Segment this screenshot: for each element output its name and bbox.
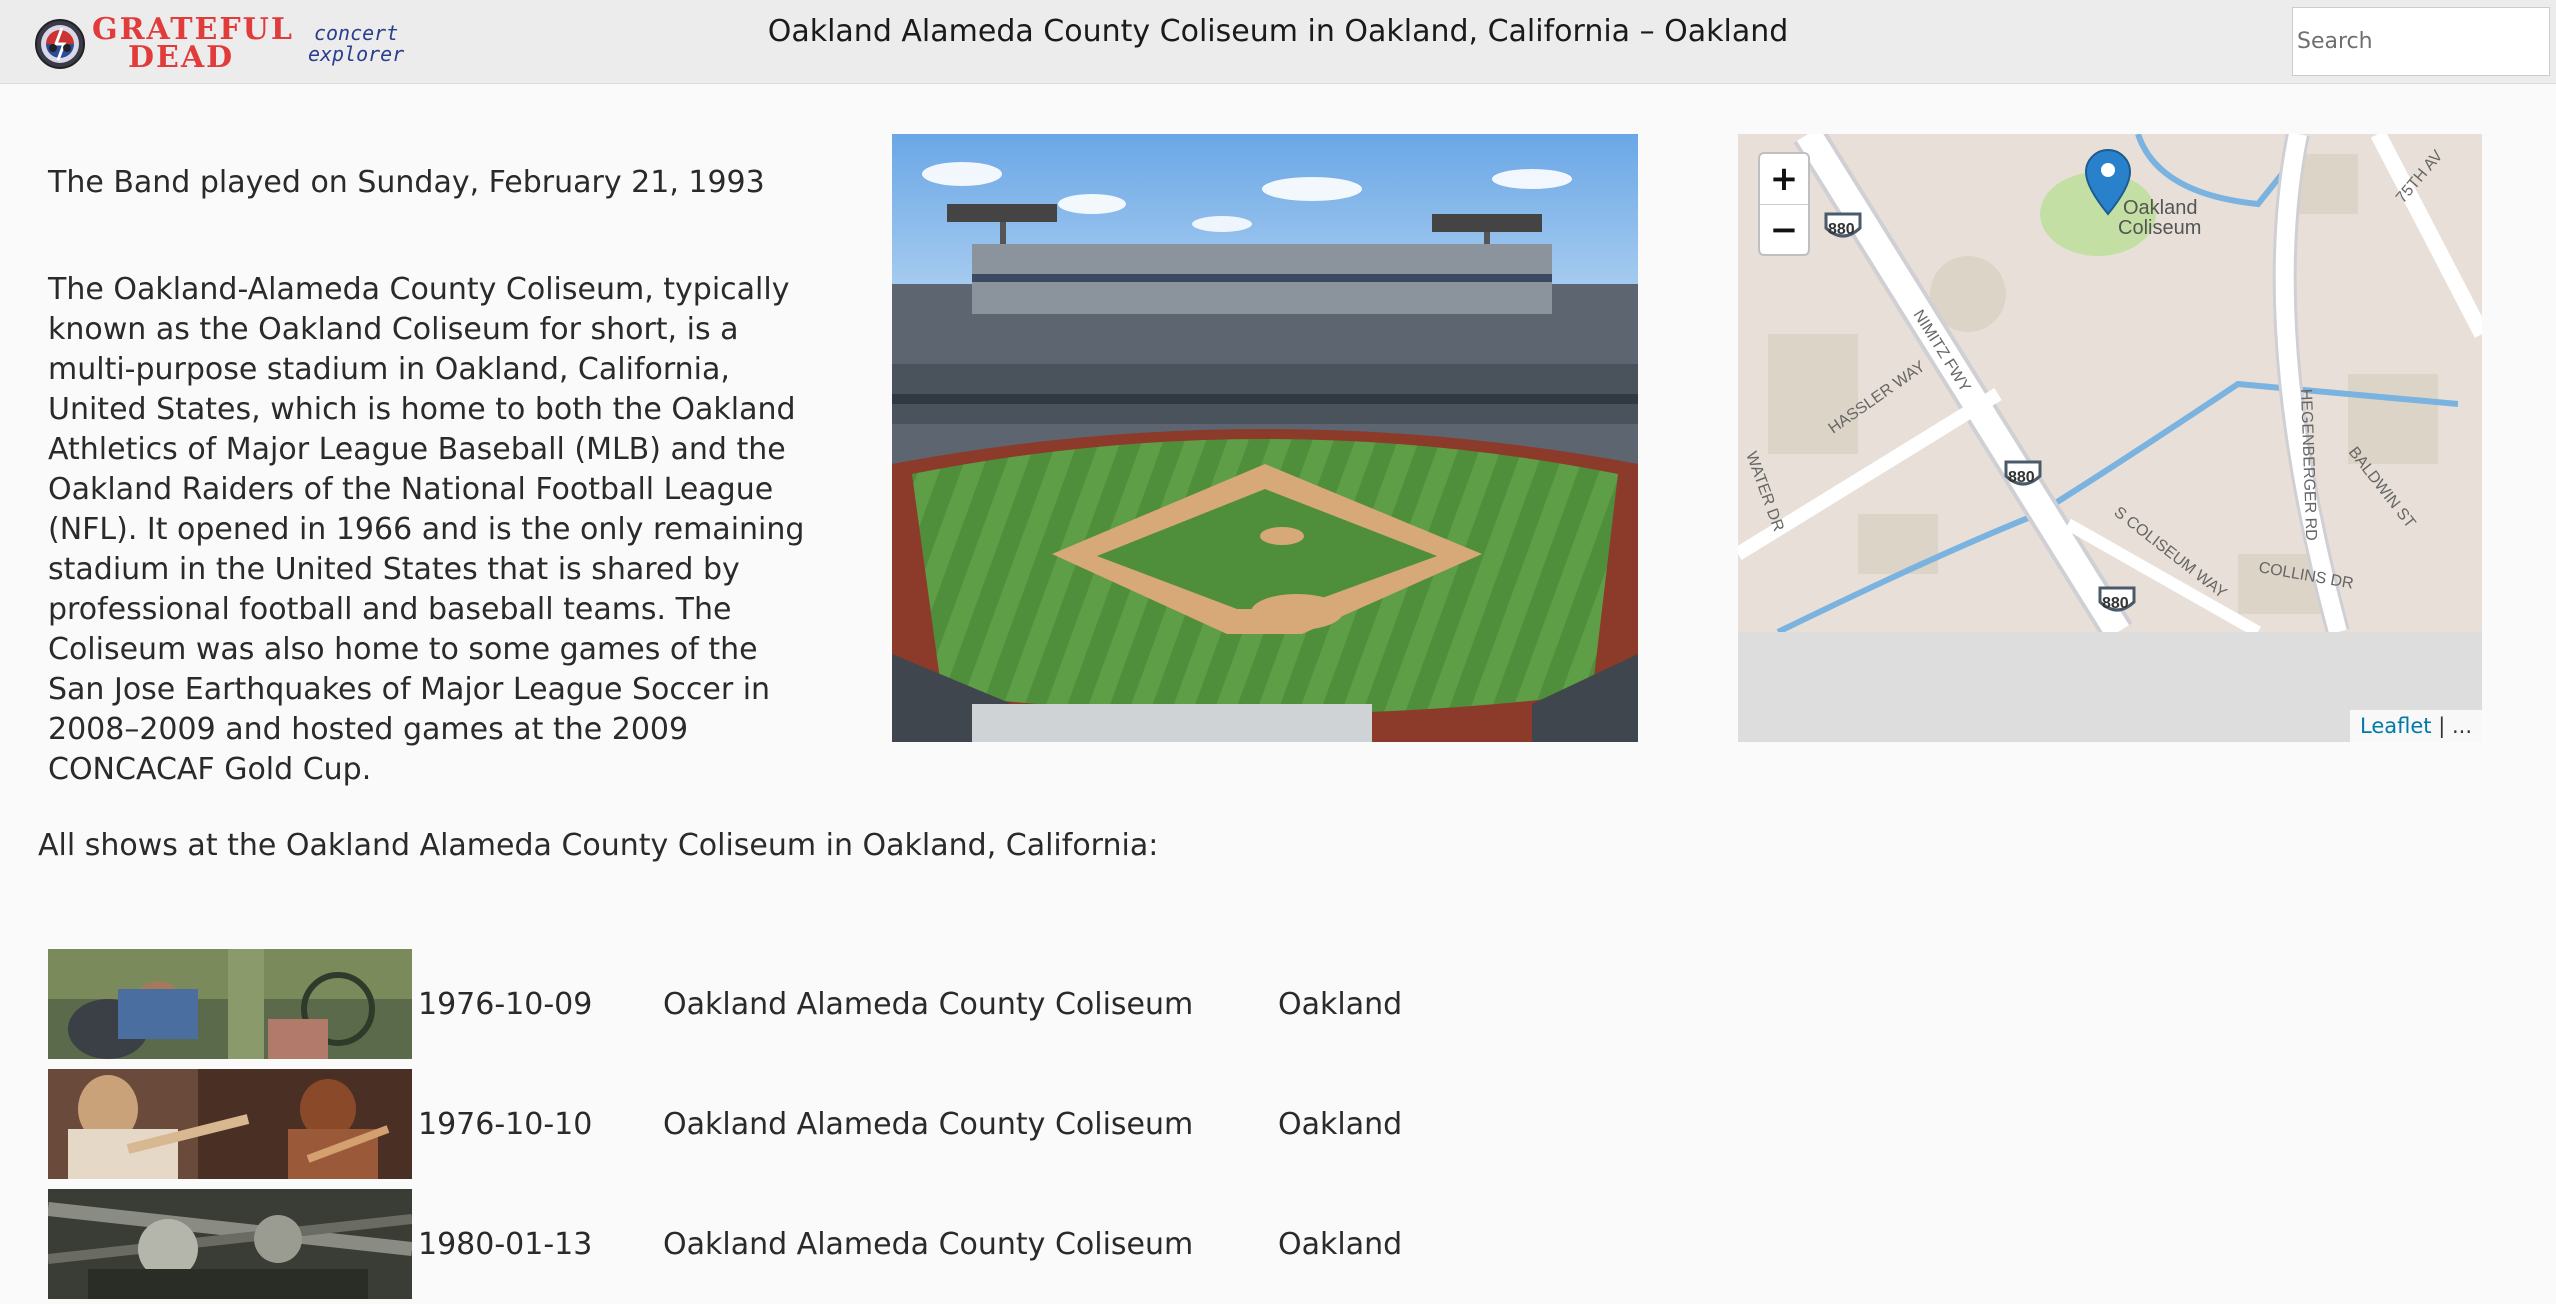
page-title: Oakland Alameda County Coliseum in Oakla… — [767, 14, 1789, 49]
played-date-text: The Band played on Sunday, February 21, … — [48, 165, 765, 200]
map-attribution: Leaflet | ... — [2350, 710, 2482, 742]
show-thumbnail[interactable] — [48, 1189, 412, 1299]
attribution-ellipsis: | ... — [2431, 714, 2472, 738]
show-city: Oakland — [1278, 986, 1403, 1022]
show-thumbnail[interactable] — [48, 949, 412, 1059]
shows-heading: All shows at the Oakland Alameda County … — [38, 828, 1159, 863]
map-tiles[interactable]: Oakland Coliseum NIMITZ FWY HASSLER WAY … — [1738, 134, 2482, 632]
show-venue: Oakland Alameda County Coliseum — [663, 1106, 1194, 1142]
svg-text:880: 880 — [2102, 595, 2129, 612]
venue-description: The Oakland-Alameda County Coliseum, typ… — [48, 272, 805, 787]
top-bar: GRATEFUL DEAD concert explorer Oakland A… — [0, 0, 2556, 84]
zoom-out-button[interactable]: − — [1760, 204, 1808, 254]
zoom-in-button[interactable]: + — [1760, 154, 1808, 204]
svg-text:880: 880 — [2008, 469, 2035, 486]
map-label-poi2: Coliseum — [2118, 217, 2201, 239]
map-label-poi: Oakland — [2123, 197, 2198, 219]
show-city: Oakland — [1278, 1226, 1403, 1262]
svg-text:880: 880 — [1828, 221, 1855, 238]
leaflet-link[interactable]: Leaflet — [2360, 714, 2432, 738]
show-row[interactable]: 1976-10-09 Oakland Alameda County Colise… — [48, 944, 1448, 1064]
show-city: Oakland — [1278, 1106, 1403, 1142]
show-date[interactable]: 1980-01-13 — [418, 1227, 592, 1262]
show-row[interactable]: 1976-10-10 Oakland Alameda County Colise… — [48, 1064, 1448, 1184]
show-row[interactable]: 1980-01-13 Oakland Alameda County Colise… — [48, 1184, 1448, 1304]
venue-photo — [892, 134, 1638, 742]
shows-list: 1976-10-09 Oakland Alameda County Colise… — [48, 944, 1448, 1304]
show-venue: Oakland Alameda County Coliseum — [663, 986, 1194, 1022]
show-date[interactable]: 1976-10-09 — [418, 987, 592, 1022]
show-thumbnail[interactable] — [48, 1069, 412, 1179]
show-date[interactable]: 1976-10-10 — [418, 1107, 592, 1142]
show-venue: Oakland Alameda County Coliseum — [663, 1226, 1194, 1262]
venue-map[interactable]: Oakland Coliseum NIMITZ FWY HASSLER WAY … — [1738, 134, 2482, 742]
map-zoom-control: + − — [1758, 152, 1810, 256]
search-input[interactable] — [2292, 7, 2550, 76]
